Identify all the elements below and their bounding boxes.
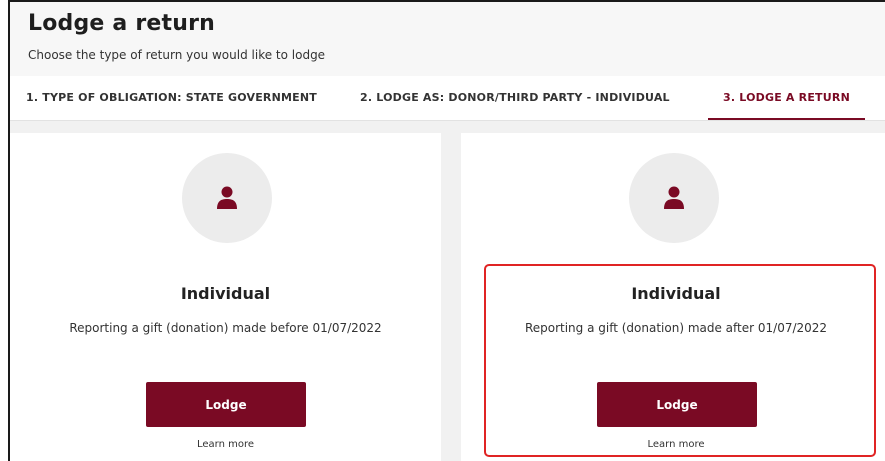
learn-more-link[interactable]: Learn more: [461, 439, 885, 450]
tab-type-of-obligation[interactable]: 1. TYPE OF OBLIGATION: STATE GOVERNMENT: [26, 76, 317, 120]
return-card-after: Individual Reporting a gift (donation) m…: [461, 133, 885, 461]
return-card-before: Individual Reporting a gift (donation) m…: [10, 133, 441, 461]
avatar: [182, 153, 272, 243]
page-header: Lodge a return Choose the type of return…: [10, 2, 885, 76]
tab-lodge-as[interactable]: 2. LODGE AS: DONOR/THIRD PARTY - INDIVID…: [360, 76, 670, 120]
card-title: Individual: [180, 284, 271, 303]
tab-lodge-a-return[interactable]: 3. LODGE A RETURN: [708, 76, 865, 120]
learn-more-link[interactable]: Learn more: [10, 439, 441, 450]
lodge-button[interactable]: Lodge: [146, 382, 306, 427]
lodge-button[interactable]: Lodge: [597, 382, 757, 427]
cards-area: Individual Reporting a gift (donation) m…: [10, 121, 885, 461]
card-title: Individual: [631, 284, 721, 303]
card-description: Reporting a gift (donation) made after 0…: [524, 321, 828, 335]
person-icon: [664, 186, 684, 209]
app-frame: Lodge a return Choose the type of return…: [8, 0, 885, 461]
avatar: [629, 153, 719, 243]
card-description: Reporting a gift (donation) made before …: [69, 321, 382, 335]
person-icon: [217, 186, 237, 209]
page-title: Lodge a return: [28, 11, 215, 36]
step-tabs: 1. TYPE OF OBLIGATION: STATE GOVERNMENT …: [10, 76, 885, 121]
page-subtitle: Choose the type of return you would like…: [28, 48, 326, 62]
